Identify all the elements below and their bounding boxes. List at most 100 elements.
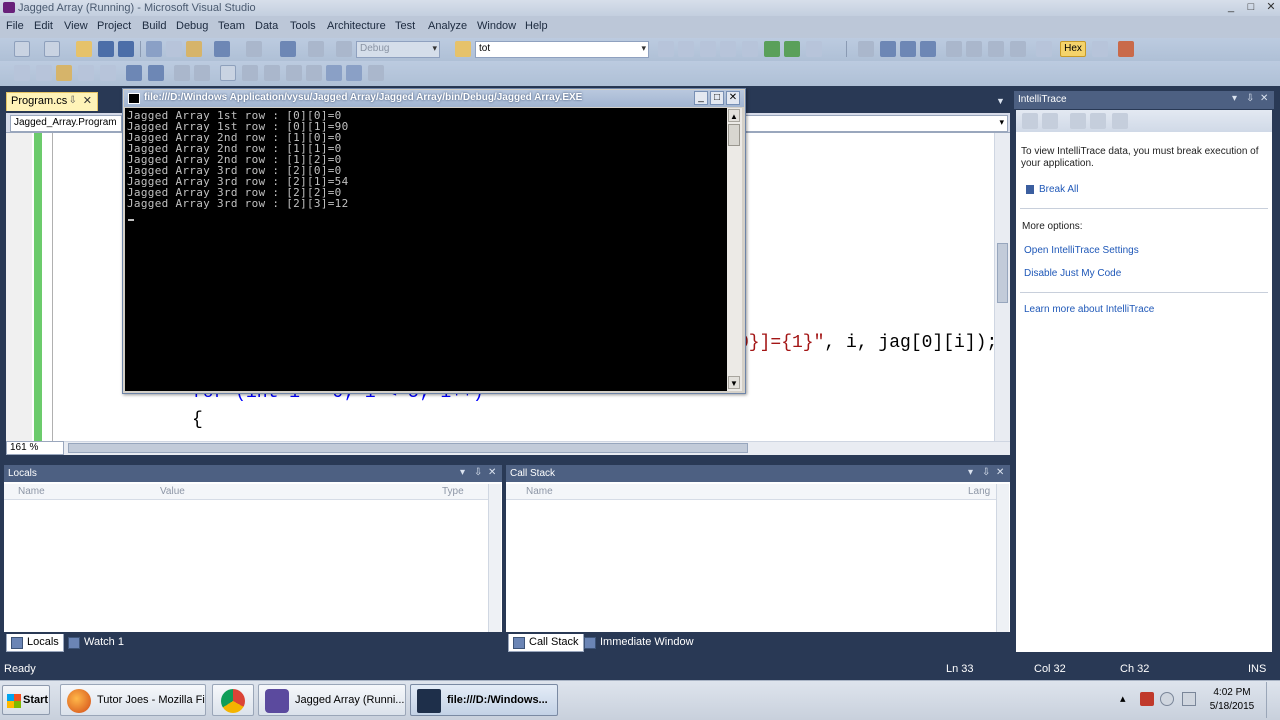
disable-just-my-code-link[interactable]: Disable Just My Code [1024,268,1121,279]
editor-vertical-scrollbar[interactable] [994,133,1010,441]
scroll-up-icon[interactable]: ▲ [728,109,740,122]
column-type[interactable]: Type [442,486,464,497]
locals-grid[interactable] [4,482,502,632]
call-stack-grid[interactable] [506,482,1010,632]
solution-explorer-icon[interactable] [658,41,674,57]
call-stack-header[interactable]: Call Stack ▾ ⇩ ✕ [506,465,1010,482]
comment-lines-icon[interactable] [174,65,190,81]
previous-bookmark-in-document-icon[interactable] [326,65,342,81]
scrollbar-thumb[interactable] [728,124,740,146]
next-bookmark-in-folder-icon[interactable] [306,65,322,81]
console-vertical-scrollbar[interactable]: ▲ ▼ [727,108,742,391]
menu-data[interactable]: Data [255,20,278,32]
scrollbar-thumb[interactable] [997,243,1008,303]
object-members-icon[interactable] [14,65,30,81]
clear-bookmarks-icon[interactable] [368,65,384,81]
tab-locals[interactable]: Locals [6,634,64,652]
auto-hide-pin-icon[interactable]: ⇩ [474,467,482,478]
taskbar-visual-studio[interactable]: Jagged Array (Runni... [258,684,406,716]
threads-icon[interactable] [1092,41,1108,57]
filter-icon[interactable] [1112,113,1128,129]
locals-scrollbar[interactable] [488,484,501,632]
console-maximize-button[interactable]: □ [710,91,724,105]
console-icon[interactable] [128,93,140,104]
window-position-icon[interactable]: ▾ [968,467,973,478]
close-button[interactable]: ✕ [1262,0,1280,14]
previous-bookmark-in-folder-icon[interactable] [286,65,302,81]
window-position-icon[interactable]: ▾ [1232,93,1237,104]
call-stack-scrollbar[interactable] [996,484,1009,632]
cut-icon[interactable] [146,41,162,57]
restart-icon[interactable] [920,41,936,57]
menu-view[interactable]: View [64,20,88,32]
increase-indent-icon[interactable] [148,65,164,81]
step-out-icon[interactable] [1010,41,1026,57]
find-symbol-icon[interactable] [1036,41,1052,57]
events-view-icon[interactable] [1042,113,1058,129]
team-explorer-icon[interactable] [742,41,758,57]
add-item-icon[interactable] [44,41,60,57]
auto-hide-pin-icon[interactable]: ⇩ [1246,93,1254,104]
column-language[interactable]: Lang [968,486,990,497]
scrollbar-thumb[interactable] [68,443,748,453]
parameter-info-icon[interactable] [36,65,52,81]
close-tab-icon[interactable]: ✕ [83,94,92,107]
minimize-button[interactable]: _ [1222,0,1240,14]
redo-icon[interactable] [246,41,262,57]
console-minimize-button[interactable]: _ [694,91,708,105]
indicator-margin[interactable] [6,133,32,441]
close-panel-icon[interactable]: ✕ [488,467,496,478]
show-next-statement-icon[interactable] [946,41,962,57]
decrease-indent-icon[interactable] [126,65,142,81]
learn-more-intellitrace-link[interactable]: Learn more about IntelliTrace [1024,304,1154,315]
window-position-icon[interactable]: ▾ [460,467,465,478]
tab-immediate-window[interactable]: Immediate Window [580,634,698,652]
close-panel-icon[interactable]: ✕ [996,467,1004,478]
new-project-icon[interactable] [14,41,30,57]
show-desktop-button[interactable] [1266,682,1280,718]
console-close-button[interactable]: ✕ [726,91,740,105]
start-button[interactable]: Start [2,685,50,715]
active-files-dropdown-icon[interactable]: ▼ [996,96,1005,106]
server-explorer-icon[interactable] [784,41,800,57]
object-browser-icon[interactable] [700,41,716,57]
tab-program-cs[interactable]: Program.cs ⇩ ✕ [6,92,98,111]
menu-analyze[interactable]: Analyze [428,20,467,32]
locals-header[interactable]: Locals ▾ ⇩ ✕ [4,465,502,482]
copy-icon[interactable] [166,41,182,57]
toolbox-icon[interactable] [720,41,736,57]
output-icon[interactable] [1118,41,1134,57]
toggle-bookmark-icon[interactable] [220,65,236,81]
show-hidden-icons-icon[interactable]: ▴ [1120,692,1134,706]
pin-icon[interactable]: ⇩ [69,95,77,106]
paste-icon[interactable] [186,41,202,57]
open-intellitrace-settings-link[interactable]: Open IntelliTrace Settings [1024,245,1139,256]
save-icon[interactable] [98,41,114,57]
search-icon[interactable] [1070,113,1086,129]
column-value[interactable]: Value [160,486,185,497]
members-combo[interactable]: ▾ [740,115,1008,132]
undo-icon[interactable] [214,41,230,57]
taskbar-firefox[interactable]: Tutor Joes - Mozilla Fi... [60,684,206,716]
complete-word-icon[interactable] [78,65,94,81]
hex-display-button[interactable]: Hex [1060,41,1086,57]
save-all-icon[interactable] [118,41,134,57]
navigate-backward-icon[interactable] [280,41,296,57]
menu-window[interactable]: Window [477,20,516,32]
break-all-icon[interactable] [1026,185,1034,194]
taskbar-console[interactable]: file:///D:/Windows... [410,684,558,716]
start-debugging-icon[interactable] [336,41,352,57]
types-combo[interactable]: Jagged_Array.Program [10,115,122,132]
navigate-forward-icon[interactable] [308,41,324,57]
auto-hide-pin-icon[interactable]: ⇩ [982,467,990,478]
extension-manager-icon[interactable] [764,41,780,57]
tab-call-stack[interactable]: Call Stack [508,634,584,652]
scroll-down-icon[interactable]: ▼ [728,376,740,389]
maximize-button[interactable]: □ [1242,0,1260,14]
close-panel-icon[interactable]: ✕ [1260,93,1268,104]
next-bookmark-icon[interactable] [264,65,280,81]
uncomment-lines-icon[interactable] [194,65,210,81]
calls-view-icon[interactable] [1022,113,1038,129]
column-name[interactable]: Name [526,486,553,497]
menu-edit[interactable]: Edit [34,20,53,32]
